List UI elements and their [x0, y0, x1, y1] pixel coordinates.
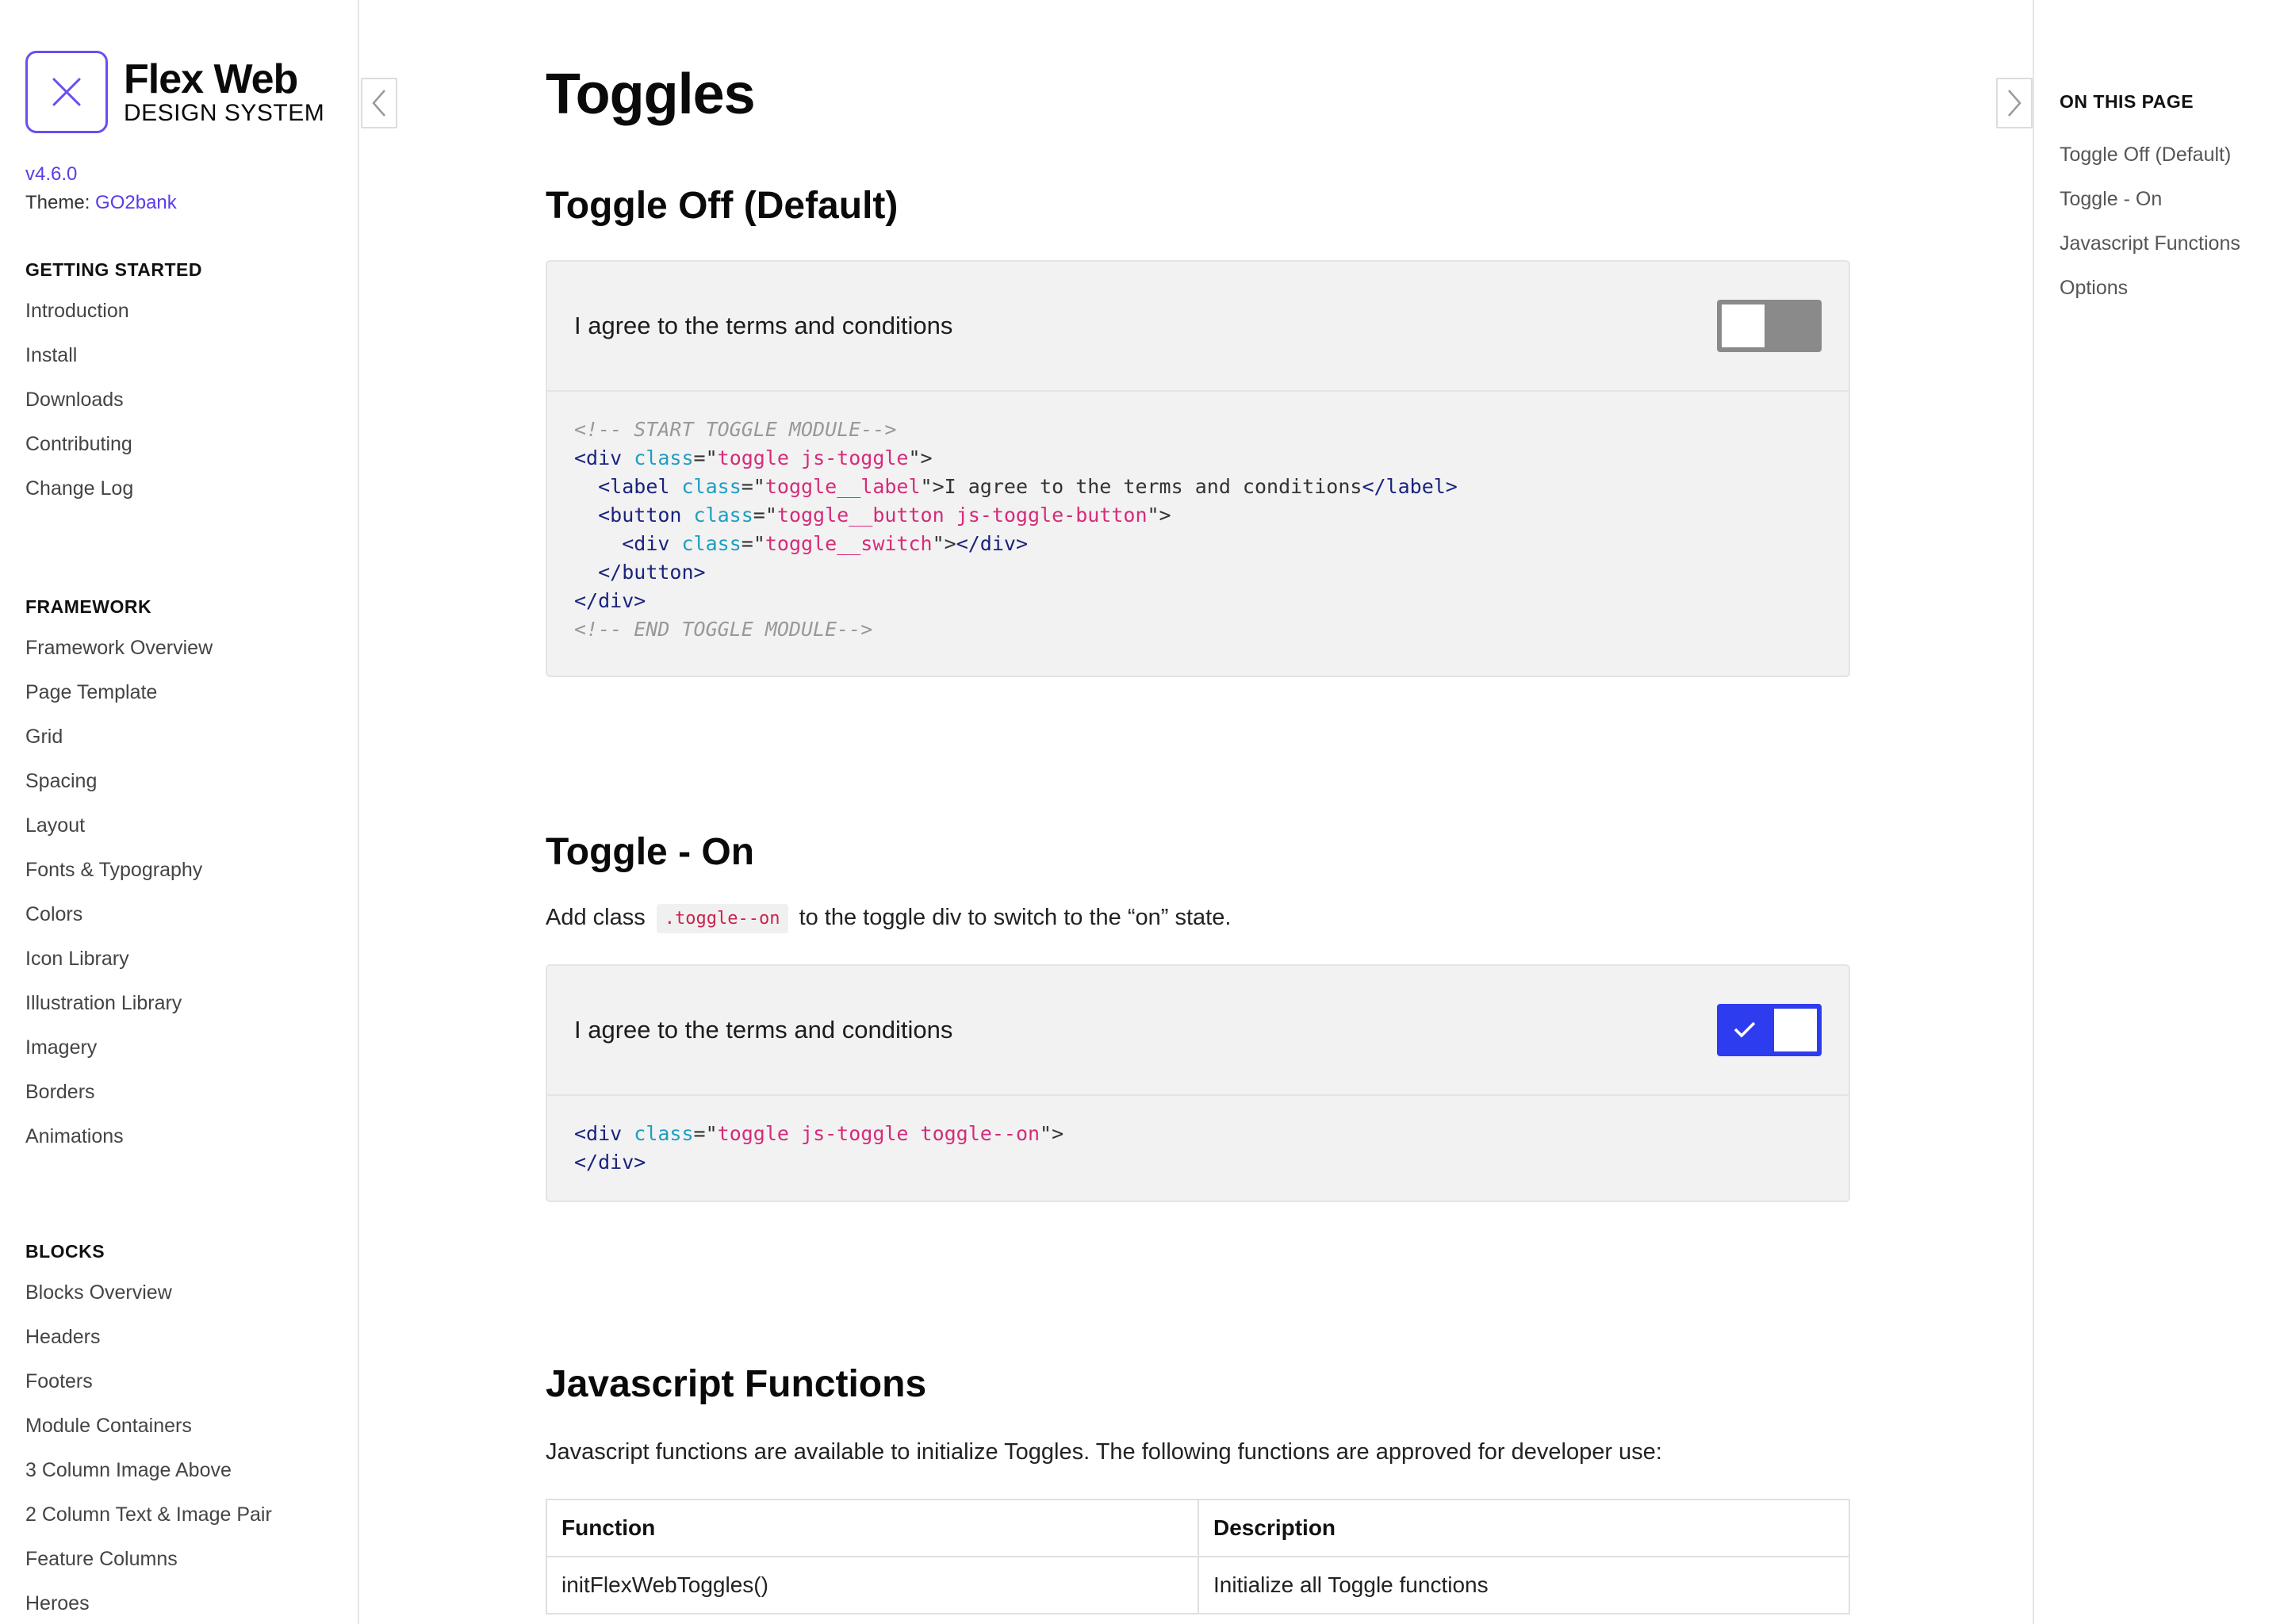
section-title-toggle-on: Toggle - On — [546, 831, 755, 873]
demo-toggle-off: I agree to the terms and conditions <!--… — [546, 260, 1850, 677]
sidebar-item-animations[interactable]: Animations — [25, 1122, 213, 1166]
brand-title: Flex Web — [124, 56, 298, 102]
sidebar-item-layout[interactable]: Layout — [25, 811, 213, 856]
sidebar-item-icon-library[interactable]: Icon Library — [25, 944, 213, 989]
toggle-switch-off[interactable] — [1717, 300, 1822, 352]
toggle-on-description: Add class .toggle--on to the toggle div … — [546, 904, 1231, 933]
sidebar-item-contributing[interactable]: Contributing — [25, 430, 202, 474]
table-cell-function: initFlexWebToggles() — [546, 1556, 1199, 1614]
sidebar-item-page-template[interactable]: Page Template — [25, 678, 213, 722]
toggle-switch-on[interactable] — [1717, 1004, 1822, 1056]
toggle-knob — [1722, 304, 1765, 347]
desc-text: Add class — [546, 905, 646, 931]
sidebar-item-change-log[interactable]: Change Log — [25, 474, 202, 519]
toc-item-toggle-on[interactable]: Toggle - On — [2060, 188, 2162, 211]
sidebar-item-borders[interactable]: Borders — [25, 1078, 213, 1122]
sidebar-item-colors[interactable]: Colors — [25, 900, 213, 944]
sidebar-item-illustration-library[interactable]: Illustration Library — [25, 989, 213, 1033]
toc-item-toggle-off[interactable]: Toggle Off (Default) — [2060, 144, 2231, 167]
table-cell-description: Initialize all Toggle functions — [1198, 1556, 1850, 1614]
brand-logo[interactable]: Flex Web DESIGN SYSTEM — [25, 51, 324, 133]
sidebar-item-module-containers[interactable]: Module Containers — [25, 1411, 272, 1456]
table-row: initFlexWebToggles() Initialize all Togg… — [546, 1556, 1850, 1614]
toggle-label: I agree to the terms and conditions — [574, 1016, 953, 1044]
functions-table: Function Description initFlexWebToggles(… — [546, 1499, 1850, 1614]
sidebar-item-headers[interactable]: Headers — [25, 1323, 272, 1367]
sidebar-item-downloads[interactable]: Downloads — [25, 385, 202, 430]
sidebar-item-heroes[interactable]: Heroes — [25, 1589, 272, 1624]
sidebar-item-install[interactable]: Install — [25, 341, 202, 385]
sidebar-item-grid[interactable]: Grid — [25, 722, 213, 767]
table-header-description: Description — [1198, 1499, 1850, 1557]
brand-subtitle: DESIGN SYSTEM — [124, 100, 325, 126]
sidebar-item-footers[interactable]: Footers — [25, 1367, 272, 1411]
nav-section-framework: FRAMEWORK Framework Overview Page Templa… — [25, 596, 213, 1166]
theme-label: Theme: — [25, 192, 90, 213]
desc-text: to the toggle div to switch to the “on” … — [799, 905, 1232, 931]
sidebar-item-feature-columns[interactable]: Feature Columns — [25, 1545, 272, 1589]
nav-heading: BLOCKS — [25, 1241, 105, 1262]
nav-section-blocks: BLOCKS Blocks Overview Headers Footers M… — [25, 1241, 272, 1624]
chevron-right-icon — [2008, 90, 2021, 117]
page-title: Toggles — [546, 63, 756, 126]
inline-code-toggle-on: .toggle--on — [656, 904, 788, 933]
toc-item-options[interactable]: Options — [2060, 277, 2128, 300]
sidebar-item-2-column-text-image-pair[interactable]: 2 Column Text & Image Pair — [25, 1500, 272, 1545]
toc-item-javascript-functions[interactable]: Javascript Functions — [2060, 232, 2240, 255]
chevron-left-icon — [372, 90, 385, 117]
sidebar-item-spacing[interactable]: Spacing — [25, 767, 213, 811]
sidebar-item-3-column-image-above[interactable]: 3 Column Image Above — [25, 1456, 272, 1500]
collapse-toc-button[interactable] — [1996, 78, 2033, 128]
table-header-function: Function — [546, 1499, 1199, 1557]
demo-toggle-on: I agree to the terms and conditions <div… — [546, 964, 1850, 1202]
toggle-label: I agree to the terms and conditions — [574, 312, 953, 339]
sidebar-item-framework-overview[interactable]: Framework Overview — [25, 634, 213, 678]
nav-heading: FRAMEWORK — [25, 596, 152, 617]
section-title-javascript-functions: Javascript Functions — [546, 1363, 927, 1405]
sidebar: Flex Web DESIGN SYSTEM v4.6.0 Theme: GO2… — [0, 0, 359, 1624]
javascript-functions-description: Javascript functions are available to in… — [546, 1439, 1662, 1465]
toc-heading: ON THIS PAGE — [2060, 91, 2194, 112]
checkmark-icon — [1734, 1021, 1756, 1038]
sidebar-item-introduction[interactable]: Introduction — [25, 297, 202, 341]
nav-heading: GETTING STARTED — [25, 259, 203, 280]
toggle-knob — [1774, 1009, 1817, 1051]
theme-info: Theme: GO2bank — [25, 192, 177, 214]
nav-section-getting-started: GETTING STARTED Introduction Install Dow… — [25, 259, 202, 519]
theme-link[interactable]: GO2bank — [95, 192, 177, 213]
sidebar-item-blocks-overview[interactable]: Blocks Overview — [25, 1278, 272, 1323]
table-of-contents: ON THIS PAGE Toggle Off (Default) Toggle… — [2033, 0, 2284, 1624]
section-title-toggle-off: Toggle Off (Default) — [546, 185, 899, 227]
version-link[interactable]: v4.6.0 — [25, 163, 77, 186]
code-sample-toggle-on: <div class="toggle js-toggle toggle--on"… — [574, 1122, 1064, 1174]
flex-x-logo-icon — [25, 51, 108, 133]
sidebar-item-imagery[interactable]: Imagery — [25, 1033, 213, 1078]
code-sample-toggle-off: <!-- START TOGGLE MODULE--> <div class="… — [574, 418, 1458, 641]
sidebar-item-fonts-typography[interactable]: Fonts & Typography — [25, 856, 213, 900]
collapse-sidebar-button[interactable] — [361, 78, 397, 128]
